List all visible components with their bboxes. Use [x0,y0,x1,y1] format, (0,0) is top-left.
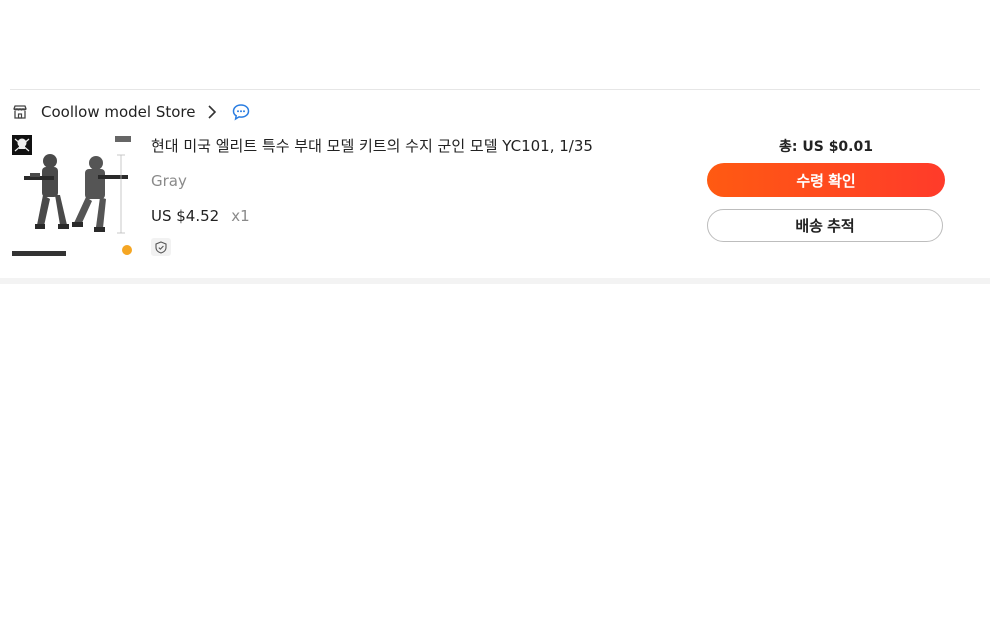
store-icon [13,105,27,119]
product-variant: Gray [151,172,187,190]
order-list-page: Coollow model Store 현대 미국 엘리트 특수 부대 모델 키… [0,0,990,627]
price-row: US $4.52 x1 [151,207,250,225]
product-title-link[interactable]: 현대 미국 엘리트 특수 부대 모델 키트의 수지 군인 모델 YC101, 1… [151,135,593,156]
store-header: Coollow model Store [12,102,250,122]
section-separator [0,278,990,284]
buyer-protection-badge[interactable] [151,238,171,256]
item-price: US $4.52 [151,207,220,225]
chat-bubble-icon[interactable] [232,103,250,121]
confirm-receipt-button[interactable]: 수령 확인 [707,163,945,197]
product-image [10,133,137,260]
product-thumbnail[interactable] [10,133,137,260]
chevron-right-icon[interactable] [206,104,218,120]
shield-check-icon [155,240,167,254]
store-name-link[interactable]: Coollow model Store [41,103,196,121]
item-quantity: x1 [231,207,250,225]
order-total: 총: US $0.01 [779,139,873,155]
section-divider [10,89,980,90]
track-shipment-button[interactable]: 배송 추적 [707,209,943,242]
